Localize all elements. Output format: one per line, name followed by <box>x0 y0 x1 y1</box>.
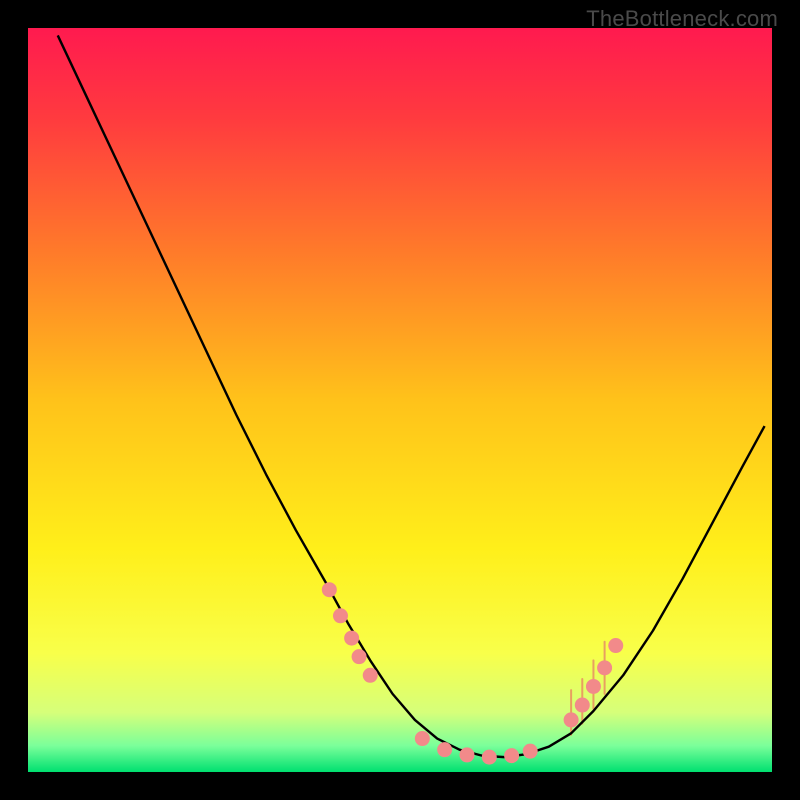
chart-svg <box>28 28 772 772</box>
marker-dot <box>363 668 378 683</box>
marker-dot <box>504 748 519 763</box>
marker-dot <box>575 698 590 713</box>
marker-dot <box>459 747 474 762</box>
marker-dot <box>415 731 430 746</box>
marker-dot <box>564 712 579 727</box>
chart-plot-area <box>28 28 772 772</box>
marker-dot <box>482 750 497 765</box>
marker-dot <box>333 608 348 623</box>
watermark-text: TheBottleneck.com <box>586 6 778 32</box>
marker-dot <box>597 660 612 675</box>
marker-dot <box>322 582 337 597</box>
chart-background <box>28 28 772 772</box>
marker-dot <box>437 742 452 757</box>
marker-dot <box>352 649 367 664</box>
marker-dot <box>608 638 623 653</box>
marker-dot <box>586 679 601 694</box>
marker-dot <box>523 744 538 759</box>
marker-dot <box>344 631 359 646</box>
